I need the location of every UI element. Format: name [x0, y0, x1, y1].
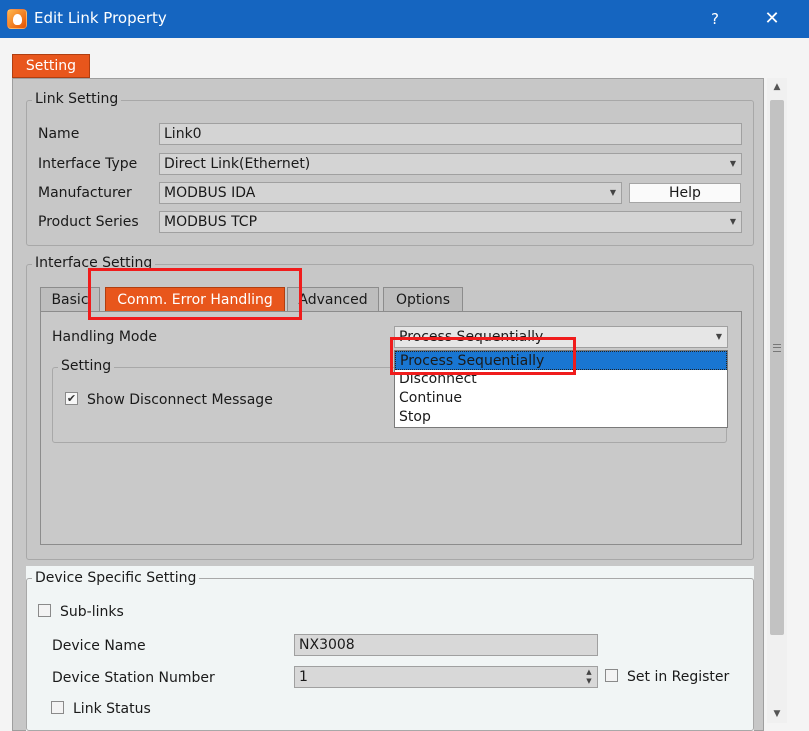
- tab-basic[interactable]: Basic: [40, 287, 100, 312]
- chevron-down-icon: ▼: [609, 188, 617, 197]
- scroll-thumb[interactable]: [770, 100, 784, 635]
- option-process-sequentially[interactable]: Process Sequentially: [395, 351, 727, 370]
- device-name-field[interactable]: NX3008: [294, 634, 598, 656]
- show-disconnect-checkbox[interactable]: ✔: [65, 392, 78, 405]
- interface-type-value: Direct Link(Ethernet): [164, 156, 311, 172]
- spinner-arrows-icon[interactable]: ▲ ▼: [583, 668, 595, 687]
- set-in-register-checkbox[interactable]: [605, 669, 618, 682]
- option-disconnect[interactable]: Disconnect: [395, 370, 727, 389]
- help-title-button[interactable]: ?: [700, 6, 730, 32]
- name-field[interactable]: Link0: [159, 123, 742, 145]
- interface-type-label: Interface Type: [38, 156, 138, 172]
- help-button[interactable]: Help: [629, 183, 741, 203]
- interface-type-select[interactable]: Direct Link(Ethernet) ▼: [159, 153, 742, 175]
- manufacturer-value: MODBUS IDA: [164, 185, 256, 201]
- sublinks-checkbox[interactable]: [38, 604, 51, 617]
- sublinks-label: Sub-links: [60, 604, 124, 620]
- close-button[interactable]: ✕: [756, 6, 788, 32]
- station-number-stepper[interactable]: 1 ▲ ▼: [294, 666, 598, 688]
- tab-advanced[interactable]: Advanced: [287, 287, 379, 312]
- scroll-up-icon[interactable]: ▲: [767, 78, 787, 96]
- interface-setting-title: Interface Setting: [32, 255, 156, 271]
- station-number-label: Device Station Number: [52, 670, 215, 686]
- handling-mode-select[interactable]: Process Sequentially ▼: [394, 326, 728, 348]
- tab-comm-error-handling[interactable]: Comm. Error Handling: [105, 287, 285, 312]
- window-title: Edit Link Property: [34, 9, 167, 27]
- title-bar: Edit Link Property ? ✕: [0, 0, 809, 38]
- handling-mode-value: Process Sequentially: [399, 329, 544, 345]
- link-setting-title: Link Setting: [32, 91, 122, 107]
- show-disconnect-label: Show Disconnect Message: [87, 392, 273, 408]
- scroll-down-icon[interactable]: ▼: [767, 705, 787, 723]
- setting-subgroup-title: Setting: [58, 358, 115, 374]
- link-status-label: Link Status: [73, 701, 151, 717]
- handling-mode-dropdown-list[interactable]: Process Sequentially Disconnect Continue…: [394, 350, 728, 428]
- handling-mode-label: Handling Mode: [52, 329, 157, 345]
- app-icon: [7, 9, 27, 29]
- tab-setting[interactable]: Setting: [12, 54, 90, 78]
- product-series-select[interactable]: MODBUS TCP ▼: [159, 211, 742, 233]
- option-continue[interactable]: Continue: [395, 389, 727, 408]
- product-series-label: Product Series: [38, 214, 139, 230]
- manufacturer-label: Manufacturer: [38, 185, 132, 201]
- link-status-checkbox[interactable]: [51, 701, 64, 714]
- device-specific-title: Device Specific Setting: [32, 570, 200, 586]
- vertical-scrollbar[interactable]: ▲ ▼: [767, 78, 787, 723]
- chevron-down-icon: ▼: [729, 159, 737, 168]
- chevron-down-icon: ▼: [715, 332, 723, 341]
- chevron-down-icon: ▼: [729, 217, 737, 226]
- device-name-label: Device Name: [52, 638, 146, 654]
- product-series-value: MODBUS TCP: [164, 214, 258, 230]
- tab-options[interactable]: Options: [383, 287, 463, 312]
- station-number-value: 1: [299, 669, 308, 685]
- manufacturer-select[interactable]: MODBUS IDA ▼: [159, 182, 622, 204]
- option-stop[interactable]: Stop: [395, 408, 727, 427]
- set-in-register-label: Set in Register: [627, 669, 730, 685]
- name-label: Name: [38, 126, 80, 142]
